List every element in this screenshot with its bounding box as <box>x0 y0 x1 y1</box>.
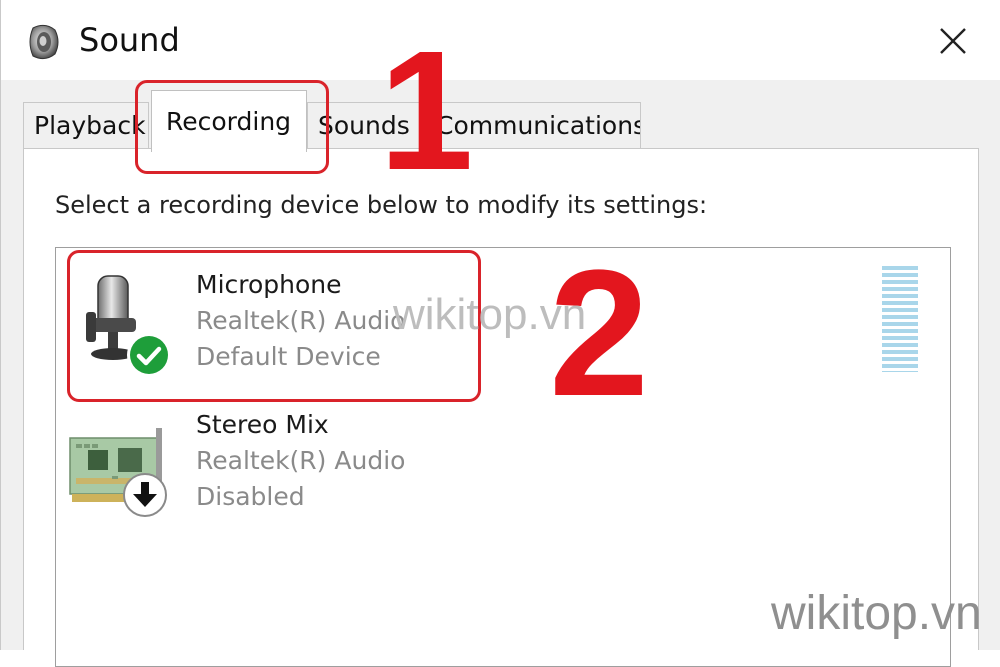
annotation-box-recording-tab <box>135 80 329 174</box>
tab-label: Playback <box>34 111 146 140</box>
tab-playback[interactable]: Playback <box>23 102 149 148</box>
device-name: Stereo Mix <box>196 410 329 439</box>
device-status: Disabled <box>196 482 305 511</box>
sound-dialog: Sound Playback Recording Sounds Communic… <box>0 0 1000 667</box>
close-button[interactable] <box>925 16 981 66</box>
close-icon <box>940 28 966 54</box>
watermark-center: wikitop.vn <box>393 290 587 339</box>
down-arrow-icon <box>122 472 168 518</box>
window-title: Sound <box>79 21 180 59</box>
speaker-icon <box>27 22 63 62</box>
watermark-corner: wikitop.vn <box>771 587 982 640</box>
annotation-step-1: 1 <box>379 16 474 206</box>
microphone-level-meter <box>882 266 918 372</box>
device-driver: Realtek(R) Audio <box>196 446 406 475</box>
